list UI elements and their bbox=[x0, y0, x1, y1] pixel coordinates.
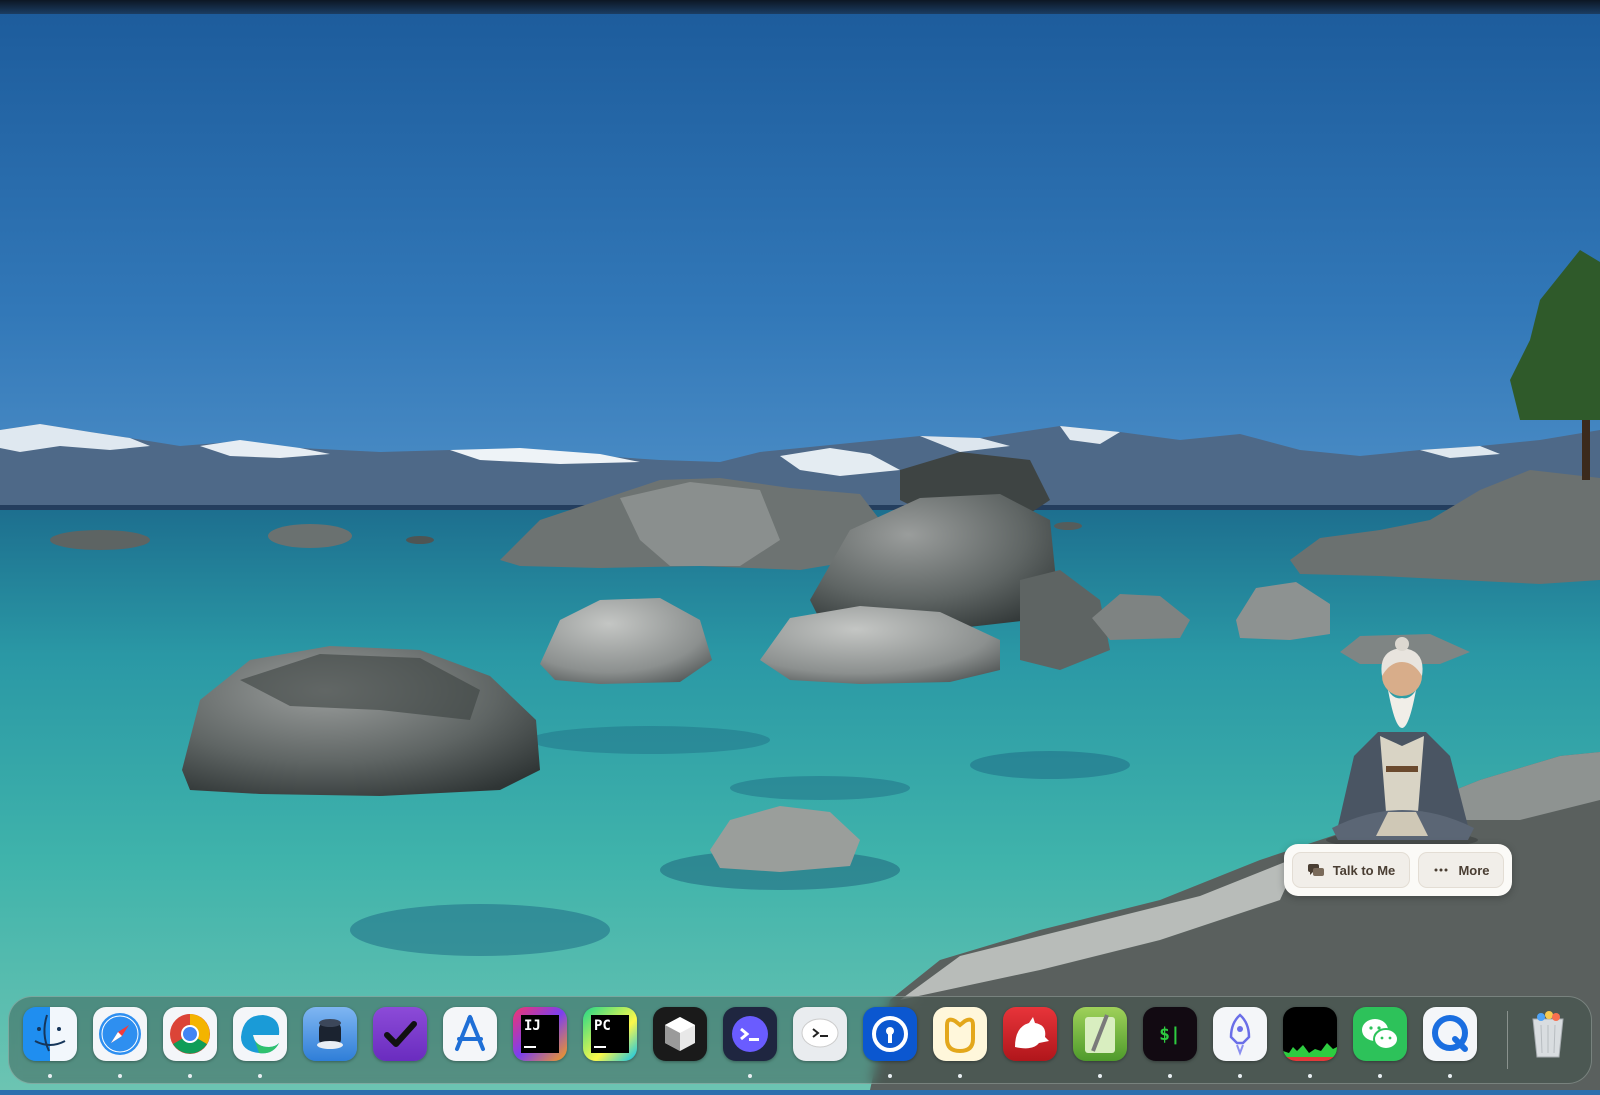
activity-monitor-running-indicator bbox=[1308, 1074, 1312, 1078]
gpg-keychain-icon[interactable] bbox=[303, 1007, 357, 1061]
rocket-launcher-icon[interactable] bbox=[1213, 1007, 1267, 1061]
terminal-running-indicator bbox=[1168, 1074, 1172, 1078]
quicktime-running-indicator bbox=[1448, 1074, 1452, 1078]
talk-to-me-button[interactable]: Talk to Me bbox=[1292, 852, 1410, 888]
pycharm-label: PC bbox=[594, 1018, 611, 1034]
activity-monitor-icon[interactable] bbox=[1283, 1007, 1337, 1061]
intellij-idea-icon[interactable]: IJ bbox=[513, 1007, 567, 1061]
menu-bar-edge bbox=[0, 0, 1600, 14]
ellipsis-icon bbox=[1434, 868, 1448, 872]
edge-running-indicator bbox=[258, 1074, 262, 1078]
rocket-running-indicator bbox=[1238, 1074, 1242, 1078]
dock-divider bbox=[1507, 1011, 1508, 1069]
password-manager-running-indicator bbox=[888, 1074, 892, 1078]
chrome-icon[interactable] bbox=[163, 1007, 217, 1061]
sage-avatar-icon[interactable] bbox=[1318, 636, 1488, 850]
finder-icon[interactable] bbox=[23, 1007, 77, 1061]
desktop-wallpaper bbox=[0, 0, 1600, 1090]
wechat-running-indicator bbox=[1378, 1074, 1382, 1078]
warp-terminal-icon[interactable] bbox=[723, 1007, 777, 1061]
intellij-label: IJ bbox=[524, 1018, 541, 1034]
chrome-running-indicator bbox=[188, 1074, 192, 1078]
terminal-label: $| bbox=[1159, 1023, 1181, 1045]
password-manager-icon[interactable] bbox=[863, 1007, 917, 1061]
lake-tahoe-wallpaper bbox=[0, 0, 1600, 1090]
more-button[interactable]: More bbox=[1418, 852, 1504, 888]
terminal-icon[interactable]: $| bbox=[1143, 1007, 1197, 1061]
navicat-running-indicator bbox=[958, 1074, 962, 1078]
finder-running-indicator bbox=[48, 1074, 52, 1078]
pycharm-icon[interactable]: PC bbox=[583, 1007, 637, 1061]
navicat-icon[interactable] bbox=[933, 1007, 987, 1061]
quicktime-icon[interactable] bbox=[1423, 1007, 1477, 1061]
chat-bubble-terminal-icon[interactable] bbox=[793, 1007, 847, 1061]
script-editor-running-indicator bbox=[1098, 1074, 1102, 1078]
trash-icon[interactable] bbox=[1521, 1007, 1575, 1061]
bear-icon[interactable] bbox=[1003, 1007, 1057, 1061]
wechat-icon[interactable] bbox=[1353, 1007, 1407, 1061]
omnifocus-icon[interactable] bbox=[373, 1007, 427, 1061]
warp-running-indicator bbox=[748, 1074, 752, 1078]
chat-bubbles-icon bbox=[1307, 864, 1324, 876]
safari-icon[interactable] bbox=[93, 1007, 147, 1061]
script-editor-icon[interactable] bbox=[1073, 1007, 1127, 1061]
dock: IJ PC $| bbox=[8, 996, 1592, 1084]
more-label: More bbox=[1458, 862, 1490, 878]
talk-to-me-label: Talk to Me bbox=[1332, 862, 1396, 878]
app-store-icon[interactable] bbox=[443, 1007, 497, 1061]
companion-action-bar: Talk to Me More bbox=[1284, 844, 1512, 896]
edge-icon[interactable] bbox=[233, 1007, 287, 1061]
cube-icon[interactable] bbox=[653, 1007, 707, 1061]
safari-running-indicator bbox=[118, 1074, 122, 1078]
